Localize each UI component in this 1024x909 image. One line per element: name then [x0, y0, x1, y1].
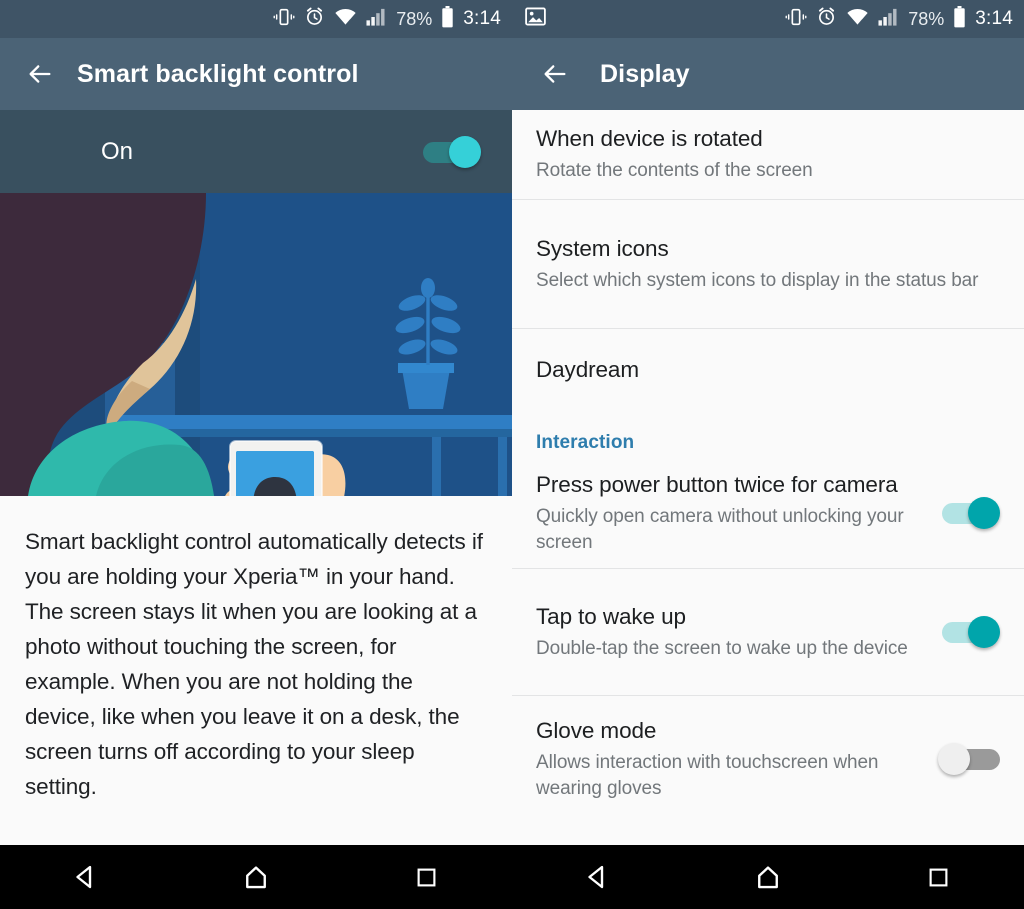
- battery-percent-label: 78%: [396, 8, 433, 29]
- status-bar-notification-area: [512, 5, 785, 33]
- battery-icon: [441, 5, 454, 33]
- list-item-texts: System icons Select which system icons t…: [536, 235, 1000, 294]
- status-bar-left: 78% 3:14: [0, 0, 512, 38]
- system-navigation-bar: [0, 845, 1024, 909]
- image-icon: [524, 5, 547, 33]
- right-appbar: Display: [512, 38, 1024, 110]
- vibrate-icon: [273, 6, 295, 33]
- toggle-thumb: [449, 135, 481, 168]
- list-item-subtitle: Rotate the contents of the screen: [536, 160, 813, 181]
- list-item-subtitle: Select which system icons to display in …: [536, 269, 979, 291]
- list-item-texts: Daydream: [536, 356, 1000, 384]
- list-item-title: Press power button twice for camera: [536, 471, 898, 497]
- clock-label: 3:14: [975, 8, 1013, 29]
- master-switch-toggle[interactable]: [419, 135, 481, 168]
- wifi-icon: [846, 6, 869, 32]
- dual-screenshot: 78% 3:14 Smart backlight control On Smar…: [0, 0, 1024, 909]
- recents-nav-icon[interactable]: [907, 845, 971, 909]
- battery-percent-label: 78%: [908, 8, 945, 29]
- list-item-title: Daydream: [536, 356, 639, 382]
- battery-icon: [953, 5, 966, 33]
- list-item-when-device-is-rotated[interactable]: When device is rotated Rotate the conten…: [512, 110, 1024, 199]
- nav-group-left: [0, 845, 512, 909]
- home-nav-icon[interactable]: [736, 845, 800, 909]
- wifi-icon: [334, 6, 357, 32]
- clock-label: 3:14: [463, 8, 501, 29]
- tap-to-wake-toggle[interactable]: [938, 616, 1000, 648]
- right-page-title: Display: [600, 59, 690, 88]
- master-switch-row[interactable]: On: [0, 110, 512, 193]
- nav-group-right: [512, 845, 1024, 909]
- left-panel-smart-backlight: 78% 3:14 Smart backlight control On Smar…: [0, 0, 512, 845]
- list-item-texts: When device is rotated Rotate the conten…: [536, 125, 1000, 184]
- status-bar-right-icons-2: 78% 3:14: [785, 5, 1024, 33]
- back-nav-icon[interactable]: [565, 845, 629, 909]
- glove-mode-toggle[interactable]: [938, 743, 1000, 775]
- toggle-thumb: [968, 497, 1000, 529]
- list-item-title: System icons: [536, 235, 669, 261]
- back-arrow-icon[interactable]: [25, 59, 55, 89]
- left-appbar: Smart backlight control: [0, 38, 512, 110]
- list-item-daydream[interactable]: Daydream: [512, 329, 1024, 410]
- display-settings-list: When device is rotated Rotate the conten…: [512, 110, 1024, 822]
- signal-icon: [366, 7, 387, 32]
- power-button-camera-toggle[interactable]: [938, 497, 1000, 529]
- list-item-tap-to-wake-up[interactable]: Tap to wake up Double-tap the screen to …: [512, 569, 1024, 695]
- list-item-subtitle: Quickly open camera without unlocking yo…: [536, 505, 904, 553]
- alarm-icon: [304, 6, 325, 32]
- recents-nav-icon[interactable]: [395, 845, 459, 909]
- master-switch-label: On: [101, 137, 134, 165]
- signal-icon: [878, 7, 899, 32]
- list-item-texts: Tap to wake up Double-tap the screen to …: [536, 603, 938, 662]
- smart-backlight-illustration: [0, 193, 512, 496]
- alarm-icon: [816, 6, 837, 32]
- status-bar-right: 78% 3:14: [512, 0, 1024, 38]
- list-item-subtitle: Allows interaction with touchscreen when…: [536, 751, 879, 799]
- back-arrow-icon[interactable]: [540, 59, 570, 89]
- list-item-press-power-button-twice[interactable]: Press power button twice for camera Quic…: [512, 458, 1024, 568]
- list-item-title: Glove mode: [536, 717, 657, 743]
- list-item-title: When device is rotated: [536, 126, 763, 151]
- toggle-thumb: [968, 616, 1000, 648]
- vibrate-icon: [785, 6, 807, 33]
- list-item-system-icons[interactable]: System icons Select which system icons t…: [512, 200, 1024, 328]
- right-panel-display-settings: 78% 3:14 Display When device is rotated …: [512, 0, 1024, 845]
- section-header-interaction: Interaction: [536, 432, 635, 453]
- list-item-glove-mode[interactable]: Glove mode Allows interaction with touch…: [512, 696, 1024, 822]
- left-description-text: Smart backlight control automatically de…: [25, 529, 483, 799]
- list-item-texts: Glove mode Allows interaction with touch…: [536, 717, 938, 802]
- status-bar-right-icons: 78% 3:14: [273, 5, 512, 33]
- list-item-title: Tap to wake up: [536, 603, 686, 629]
- back-nav-icon[interactable]: [53, 845, 117, 909]
- toggle-thumb: [938, 743, 970, 775]
- left-page-title: Smart backlight control: [77, 59, 359, 88]
- list-item-texts: Press power button twice for camera Quic…: [536, 471, 938, 556]
- home-nav-icon[interactable]: [224, 845, 288, 909]
- list-item-subtitle: Double-tap the screen to wake up the dev…: [536, 637, 908, 659]
